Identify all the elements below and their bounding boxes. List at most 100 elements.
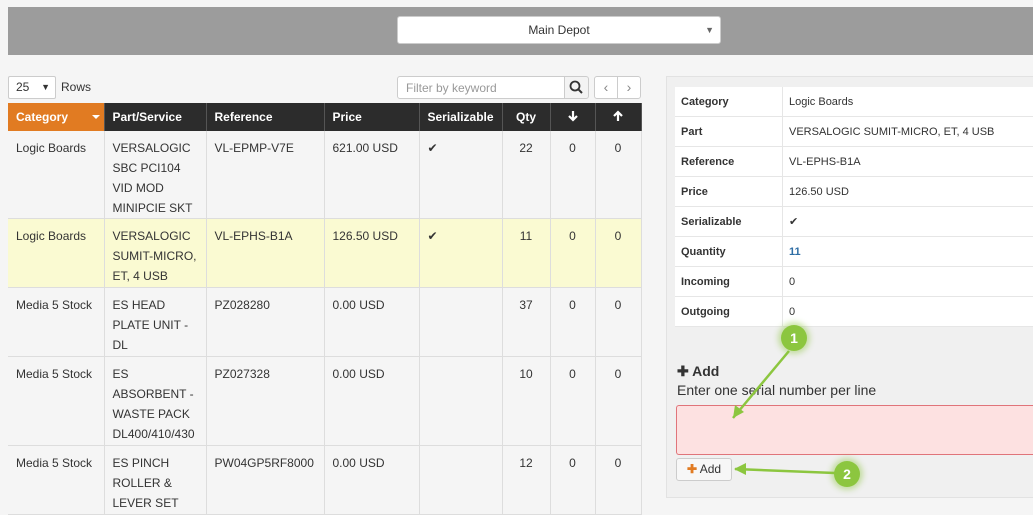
cell-category: Media 5 Stock [8, 446, 104, 515]
cell-serializable: ✔ [419, 219, 502, 288]
cell-serializable [419, 357, 502, 446]
cell-part: VERSALOGIC SUMIT-MICRO, ET, 4 USB [104, 219, 206, 288]
column-header-incoming[interactable] [550, 103, 595, 131]
arrow-up-icon [612, 110, 624, 122]
next-page-button[interactable]: › [617, 76, 641, 99]
plus-icon: ✚ [677, 363, 689, 379]
detail-row-category: Category Logic Boards [675, 87, 1033, 117]
detail-value: ✔ [783, 207, 1033, 237]
cell-reference: PZ028280 [206, 288, 324, 357]
detail-label: Incoming [675, 267, 783, 297]
cell-incoming: 0 [550, 219, 595, 288]
cell-reference: VL-EPHS-B1A [206, 219, 324, 288]
cell-reference: VL-EPMP-V7E [206, 131, 324, 219]
cell-category: Logic Boards [8, 131, 104, 219]
detail-label: Reference [675, 147, 783, 177]
column-header-part[interactable]: Part/Service [104, 103, 206, 131]
column-header-price[interactable]: Price [324, 103, 419, 131]
table-row[interactable]: Logic Boards VERSALOGIC SBC PCI104 VID M… [8, 131, 641, 219]
table-header-row: Category Part/Service Reference Price Se… [8, 103, 641, 131]
cell-price: 126.50 USD [324, 219, 419, 288]
table-row[interactable]: Media 5 Stock ES ABSORBENT - WASTE PACK … [8, 357, 641, 446]
cell-incoming: 0 [550, 288, 595, 357]
add-serials-title: Add [692, 363, 719, 379]
add-serials-button-label: Add [700, 462, 721, 476]
detail-label: Serializable [675, 207, 783, 237]
cell-incoming: 0 [550, 446, 595, 515]
arrow-down-icon [567, 110, 579, 122]
callout-badge-2: 2 [834, 461, 860, 487]
cell-part: ES HEAD PLATE UNIT - DL [104, 288, 206, 357]
detail-label: Outgoing [675, 297, 783, 327]
cell-price: 621.00 USD [324, 131, 419, 219]
table-row[interactable]: Media 5 Stock ES HEAD PLATE UNIT - DL PZ… [8, 288, 641, 357]
cell-category: Media 5 Stock [8, 357, 104, 446]
cell-reference: PW04GP5RF8000 [206, 446, 324, 515]
detail-label: Part [675, 117, 783, 147]
detail-row-serializable: Serializable ✔ [675, 207, 1033, 237]
inventory-table: Category Part/Service Reference Price Se… [8, 103, 642, 515]
rows-per-page-value: 25 [16, 80, 29, 94]
column-header-serializable[interactable]: Serializable [419, 103, 502, 131]
chevron-left-icon: ‹ [604, 79, 609, 95]
cell-part: ES PINCH ROLLER & LEVER SET [104, 446, 206, 515]
depot-select[interactable]: Main Depot ▼ [397, 16, 721, 44]
detail-row-reference: Reference VL-EPHS-B1A [675, 147, 1033, 177]
cell-price: 0.00 USD [324, 288, 419, 357]
depot-select-value: Main Depot [528, 23, 589, 37]
chevron-down-icon: ▼ [41, 77, 50, 98]
cell-price: 0.00 USD [324, 357, 419, 446]
detail-row-outgoing: Outgoing 0 [675, 297, 1033, 327]
detail-value: Logic Boards [783, 87, 1033, 117]
cell-qty: 11 [502, 219, 550, 288]
top-bar: Main Depot ▼ [8, 7, 1033, 55]
detail-label: Category [675, 87, 783, 117]
cell-qty: 22 [502, 131, 550, 219]
item-details-table: Category Logic Boards Part VERSALOGIC SU… [675, 87, 1033, 327]
detail-row-quantity: Quantity 11 [675, 237, 1033, 267]
cell-incoming: 0 [550, 357, 595, 446]
chevron-right-icon: › [627, 79, 632, 95]
cell-part: VERSALOGIC SBC PCI104 VID MOD MINIPCIE S… [104, 131, 206, 219]
detail-row-incoming: Incoming 0 [675, 267, 1033, 297]
detail-value: 0 [783, 267, 1033, 297]
detail-value: 126.50 USD [783, 177, 1033, 207]
cell-serializable [419, 288, 502, 357]
search-button[interactable] [564, 76, 589, 99]
table-row-selected[interactable]: Logic Boards VERSALOGIC SUMIT-MICRO, ET,… [8, 219, 641, 288]
cell-reference: PZ027328 [206, 357, 324, 446]
filter-input[interactable] [397, 76, 565, 99]
cell-outgoing: 0 [595, 357, 641, 446]
cell-outgoing: 0 [595, 446, 641, 515]
detail-row-price: Price 126.50 USD [675, 177, 1033, 207]
add-serials-help: Enter one serial number per line [677, 382, 876, 398]
column-header-qty[interactable]: Qty [502, 103, 550, 131]
prev-page-button[interactable]: ‹ [594, 76, 618, 99]
chevron-down-icon: ▼ [705, 17, 714, 43]
add-serials-button[interactable]: ✚ Add [676, 458, 732, 481]
detail-value-quantity[interactable]: 11 [783, 237, 1033, 267]
serial-numbers-textarea[interactable] [676, 405, 1033, 455]
detail-label: Price [675, 177, 783, 207]
cell-serializable: ✔ [419, 131, 502, 219]
cell-serializable [419, 446, 502, 515]
detail-row-part: Part VERSALOGIC SUMIT-MICRO, ET, 4 USB [675, 117, 1033, 147]
column-header-outgoing[interactable] [595, 103, 641, 131]
rows-per-page-select[interactable]: 25 ▼ [8, 76, 56, 99]
cell-qty: 12 [502, 446, 550, 515]
item-details-panel: Category Logic Boards Part VERSALOGIC SU… [666, 76, 1033, 498]
detail-value: VL-EPHS-B1A [783, 147, 1033, 177]
cell-outgoing: 0 [595, 131, 641, 219]
column-header-category[interactable]: Category [8, 103, 104, 131]
search-icon [565, 77, 588, 98]
column-header-reference[interactable]: Reference [206, 103, 324, 131]
detail-label: Quantity [675, 237, 783, 267]
table-row[interactable]: Media 5 Stock ES PINCH ROLLER & LEVER SE… [8, 446, 641, 515]
cell-price: 0.00 USD [324, 446, 419, 515]
cell-incoming: 0 [550, 131, 595, 219]
callout-badge-1: 1 [781, 325, 807, 351]
detail-value: 0 [783, 297, 1033, 327]
cell-outgoing: 0 [595, 219, 641, 288]
cell-category: Logic Boards [8, 219, 104, 288]
cell-category: Media 5 Stock [8, 288, 104, 357]
